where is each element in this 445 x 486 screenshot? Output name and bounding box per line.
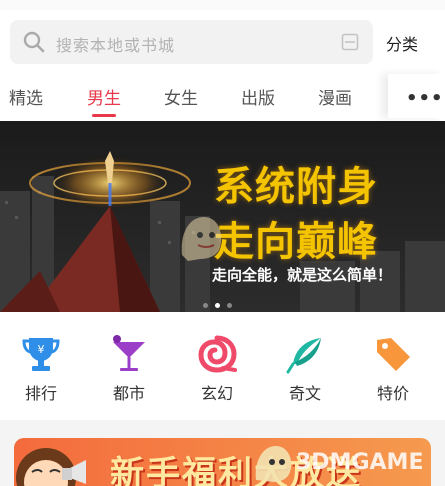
swirl-icon <box>187 332 247 376</box>
trophy-icon: ¥ <box>11 332 71 376</box>
tab-featured[interactable]: 精选 <box>9 84 43 109</box>
category-button[interactable]: 分类 <box>386 31 418 55</box>
nav-strange[interactable]: 奇文 <box>275 332 335 404</box>
nav-urban[interactable]: 都市 <box>99 332 159 404</box>
carousel-dot <box>227 303 232 308</box>
scan-icon[interactable] <box>341 33 359 55</box>
search-input[interactable]: 搜索本地或书城 <box>10 20 373 64</box>
nav-ranking[interactable]: ¥ 排行 <box>11 332 71 404</box>
quill-icon <box>275 332 335 376</box>
tab-comics[interactable]: 漫画 <box>318 84 352 109</box>
banner-headline-line1: 系统附身 <box>214 163 378 210</box>
active-tab-indicator <box>92 114 116 117</box>
banner-headline-line2: 走向巅峰 <box>214 218 378 265</box>
carousel-dot <box>203 303 208 308</box>
nav-fantasy-label: 玄幻 <box>200 384 233 403</box>
search-icon <box>22 30 46 58</box>
svg-text:¥: ¥ <box>38 343 45 356</box>
watermark-text: 3DMGAME <box>296 450 424 475</box>
nav-special-price[interactable]: 特价 <box>363 332 423 404</box>
carousel-indicator <box>203 293 239 312</box>
price-tag-icon <box>363 332 423 376</box>
nav-fantasy[interactable]: 玄幻 <box>187 332 247 404</box>
more-icon: ••• <box>406 88 444 109</box>
carousel-dot-active <box>215 303 220 308</box>
cocktail-icon <box>99 332 159 376</box>
tab-male[interactable]: 男生 <box>87 84 121 109</box>
nav-ranking-label: 排行 <box>24 384 57 403</box>
nav-strange-label: 奇文 <box>288 384 321 403</box>
banner-slogan: 走向全能，就是这么简单！ <box>212 266 393 284</box>
status-strip <box>0 0 445 10</box>
watermark-mascot-icon <box>181 217 222 261</box>
tab-publishing[interactable]: 出版 <box>241 84 275 109</box>
more-tabs-button[interactable]: ••• <box>388 74 445 118</box>
search-placeholder: 搜索本地或书城 <box>56 36 176 55</box>
tab-female[interactable]: 女生 <box>164 84 198 109</box>
quick-nav: ¥ 排行 都市 玄幻 奇文 特价 <box>0 318 445 418</box>
channel-tabs: 精选 男生 女生 出版 漫画 <box>0 74 445 118</box>
watermark-logo-icon <box>255 446 292 482</box>
nav-special-price-label: 特价 <box>376 384 409 403</box>
promo-banner[interactable]: 系统附身 走向巅峰 走向全能，就是这么简单！ <box>0 121 445 312</box>
girl-mascot-icon <box>16 448 86 486</box>
nav-urban-label: 都市 <box>112 384 145 403</box>
